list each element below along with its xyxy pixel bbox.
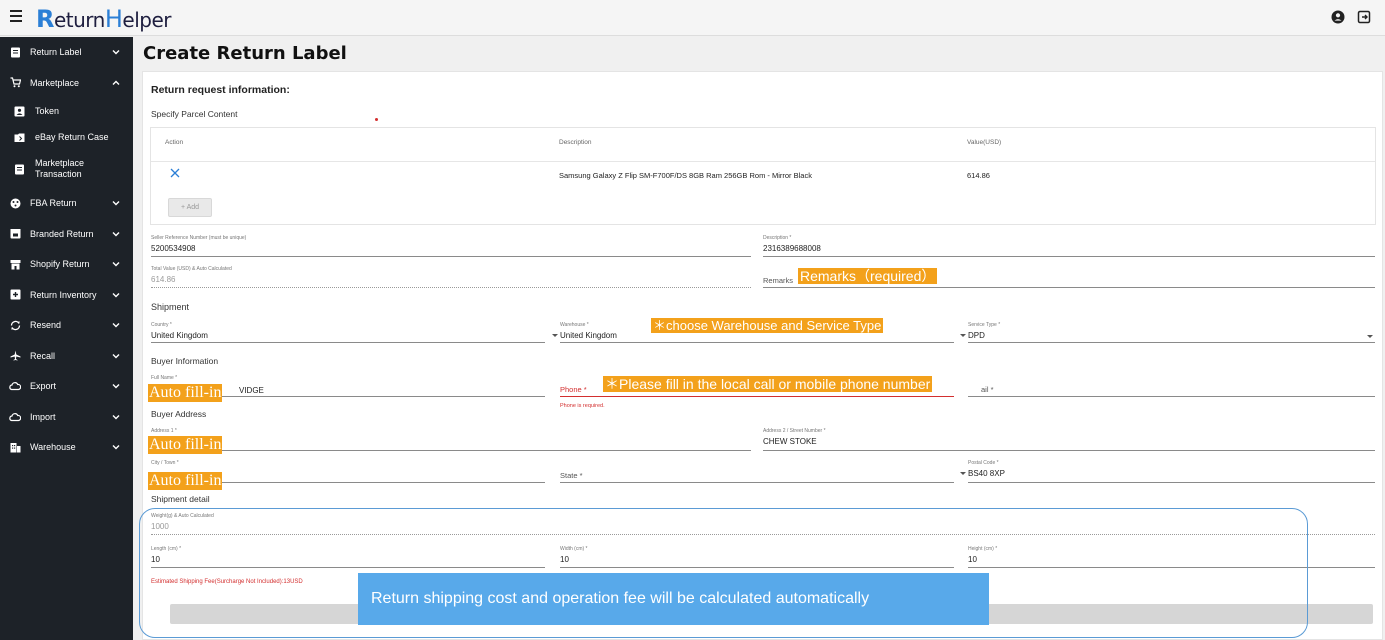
total-value-field: Total Value (USD) & Auto Calculated 614.…	[151, 266, 751, 288]
fba-icon	[9, 197, 21, 209]
sidebar-item-label: Shopify Return	[30, 259, 90, 270]
sidebar-item-import[interactable]: Import	[0, 402, 133, 433]
cloud-icon	[9, 411, 21, 423]
state-field[interactable]: State *	[560, 460, 954, 483]
chevron-down-icon	[112, 231, 120, 236]
logout-icon[interactable]	[1357, 10, 1371, 24]
shipment-detail-title: Shipment detail	[151, 494, 210, 504]
address2-field[interactable]: Address 2 / Street Number * CHEW STOKE	[763, 428, 1375, 451]
sidebar-item-warehouse[interactable]: Warehouse	[0, 432, 133, 463]
sidebar-subitem-label: Token	[35, 106, 60, 116]
shipment-title: Shipment	[151, 302, 190, 312]
marker-dot	[375, 118, 378, 121]
sidebar-item-return-label[interactable]: Return Label	[0, 37, 133, 68]
sidebar-item-recall[interactable]: Recall	[0, 341, 133, 372]
shop-icon	[9, 258, 21, 270]
sidebar-subitem-label: eBay Return Case	[35, 132, 109, 142]
sidebar-item-return-inventory[interactable]: Return Inventory	[0, 280, 133, 311]
sidebar-item-label: Export	[30, 381, 57, 392]
table-header-description: Description	[559, 139, 592, 146]
sidebar-item-resend[interactable]: Resend	[0, 310, 133, 341]
sidebar-item-label: FBA Return	[30, 198, 77, 209]
dropdown-arrow-icon	[960, 472, 966, 475]
sidebar-item-fba-return[interactable]: FBA Return	[0, 188, 133, 219]
chevron-down-icon	[112, 262, 120, 267]
sidebar-item-label: Marketplace	[30, 77, 80, 88]
dropdown-arrow-icon	[1367, 335, 1373, 338]
sidebar-item-label: Return Inventory	[30, 289, 97, 300]
annotation-remarks-required: Remarks（required）	[798, 268, 938, 284]
sidebar-item-marketplace[interactable]: Marketplace	[0, 68, 133, 99]
token-icon	[14, 106, 25, 116]
annotation-cost-callout: Return shipping cost and operation fee w…	[358, 573, 989, 625]
buyer-info-title: Buyer Information	[151, 356, 219, 366]
sidebar-item-label: Warehouse	[30, 442, 76, 453]
parcel-table: Action Description Value(USD) Samsung Ga…	[150, 127, 1376, 225]
cart-icon	[9, 77, 21, 89]
seller-reference-field[interactable]: Seller Reference Number (must be unique)…	[151, 235, 751, 257]
address1-field[interactable]: Address 1 *	[151, 428, 751, 451]
sidebar-subitem-token[interactable]: Token	[0, 98, 133, 124]
sidebar-item-export[interactable]: Export	[0, 371, 133, 402]
plane-icon	[9, 350, 21, 362]
buyer-address-title: Buyer Address	[151, 409, 207, 419]
table-cell-value: 614.86	[967, 171, 990, 180]
cloud-icon	[9, 380, 21, 392]
chevron-down-icon	[112, 323, 120, 328]
inventory-icon	[9, 289, 21, 301]
top-bar: ReturnHelper	[0, 0, 1385, 36]
sidebar: Return Label Marketplace Token eBay Retu…	[0, 37, 133, 640]
annotation-auto-fill-city: Auto fill-in	[148, 472, 223, 490]
resend-icon	[9, 319, 21, 331]
chevron-down-icon	[112, 445, 120, 450]
sidebar-item-label: Return Label	[30, 47, 82, 58]
table-header-action: Action	[165, 139, 184, 146]
sidebar-item-label: Recall	[30, 350, 56, 361]
service-type-select[interactable]: Service Type * DPD	[960, 322, 1375, 343]
sidebar-item-label: Import	[30, 411, 56, 422]
chevron-down-icon	[112, 414, 120, 419]
chevron-down-icon	[112, 201, 120, 206]
email-field[interactable]: ail *	[968, 375, 1375, 397]
divider	[151, 161, 1375, 162]
transaction-icon	[15, 164, 24, 174]
annotation-auto-fill-address: Auto fill-in	[148, 436, 223, 454]
add-row-button[interactable]: + Add	[168, 198, 212, 217]
app-logo: ReturnHelper	[36, 5, 171, 33]
sidebar-subitem-marketplace-transaction[interactable]: Marketplace Transaction	[0, 150, 133, 188]
sidebar-item-label: Branded Return	[30, 228, 94, 239]
sidebar-subitem-label: Marketplace Transaction	[35, 158, 85, 179]
annotation-phone-hint: ＊Please fill in the local call or mobile…	[603, 376, 933, 392]
chevron-down-icon	[112, 292, 120, 297]
chevron-down-icon	[112, 384, 120, 389]
sidebar-subitem-ebay-return-case[interactable]: eBay Return Case	[0, 124, 133, 150]
table-header-value: Value(USD)	[967, 139, 1002, 146]
chevron-down-icon	[112, 353, 120, 358]
sidebar-item-label: Resend	[30, 320, 62, 331]
chevron-down-icon	[112, 50, 120, 55]
phone-error: Phone is required.	[560, 403, 605, 409]
parcel-content-title: Specify Parcel Content	[151, 109, 238, 119]
warehouse-icon	[9, 441, 21, 453]
chevron-up-icon	[112, 80, 120, 85]
dropdown-arrow-icon	[960, 334, 966, 337]
country-select[interactable]: Country * United Kingdom	[151, 322, 545, 343]
postal-code-field[interactable]: Postal Code * BS40 8XP	[960, 460, 1375, 483]
table-cell-description: Samsung Galaxy Z Flip SM-F700F/DS 8GB Ra…	[559, 171, 812, 180]
account-icon[interactable]	[1331, 10, 1345, 24]
sidebar-item-shopify-return[interactable]: Shopify Return	[0, 249, 133, 280]
section-title: Return request information:	[151, 84, 290, 96]
description-field[interactable]: Description * 2316389688008	[763, 235, 1375, 257]
branded-icon	[9, 228, 21, 240]
sidebar-item-branded-return[interactable]: Branded Return	[0, 219, 133, 250]
ebay-icon	[14, 133, 25, 142]
annotation-auto-fill-name: Auto fill-in	[148, 384, 223, 402]
label-icon	[9, 46, 21, 58]
annotation-choose-warehouse: ＊choose Warehouse and Service Type	[651, 318, 884, 333]
remove-row-icon[interactable]	[168, 166, 182, 180]
menu-icon[interactable]	[10, 10, 22, 22]
page-title: Create Return Label	[143, 43, 347, 64]
dropdown-arrow-icon	[552, 334, 558, 337]
